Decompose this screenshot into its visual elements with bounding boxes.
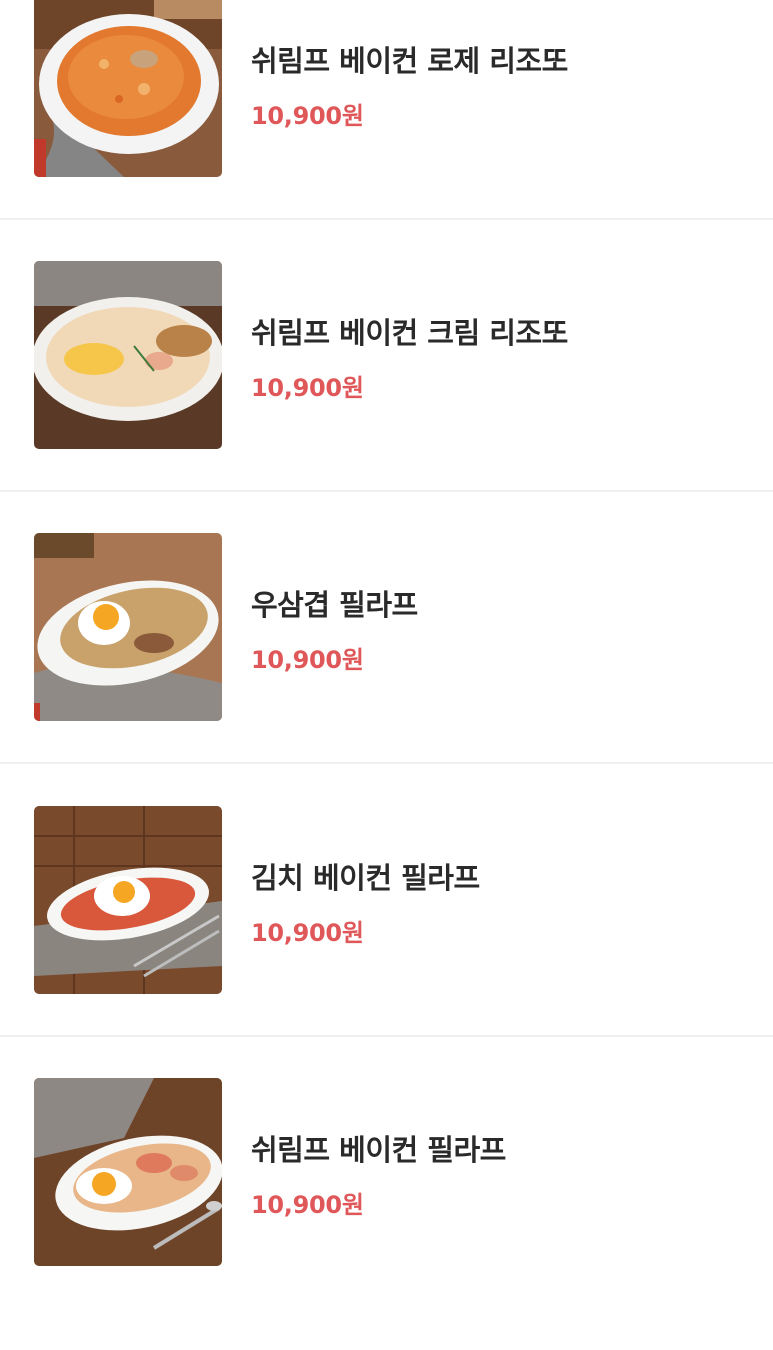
menu-item-image[interactable]	[34, 261, 222, 449]
menu-item-image[interactable]	[34, 0, 222, 177]
menu-item-price: 10,900원	[251, 1191, 364, 1219]
menu-item-price: 10,900원	[251, 102, 364, 130]
menu-item-image[interactable]	[34, 1078, 222, 1266]
menu-item-image[interactable]	[34, 806, 222, 994]
menu-item[interactable]	[0, 1078, 773, 1350]
divider	[0, 1035, 773, 1037]
menu-item[interactable]	[0, 261, 773, 533]
menu-item-price: 10,900원	[251, 374, 364, 402]
divider	[0, 490, 773, 492]
menu-item[interactable]	[0, 806, 773, 1078]
menu-item-name[interactable]: 쉬림프 베이컨 로제 리조또	[251, 38, 568, 80]
menu-item-name[interactable]: 우삼겹 필라프	[251, 582, 418, 624]
menu-item-price: 10,900원	[251, 919, 364, 947]
menu-item[interactable]	[0, 533, 773, 805]
menu-item-image[interactable]	[34, 533, 222, 721]
menu-item-name[interactable]: 쉬림프 베이컨 필라프	[251, 1127, 506, 1169]
menu-item-name[interactable]: 김치 베이컨 필라프	[251, 855, 480, 897]
menu-item-name[interactable]: 쉬림프 베이컨 크림 리조또	[251, 310, 568, 352]
menu-item-price: 10,900원	[251, 646, 364, 674]
divider	[0, 218, 773, 220]
divider	[0, 762, 773, 764]
